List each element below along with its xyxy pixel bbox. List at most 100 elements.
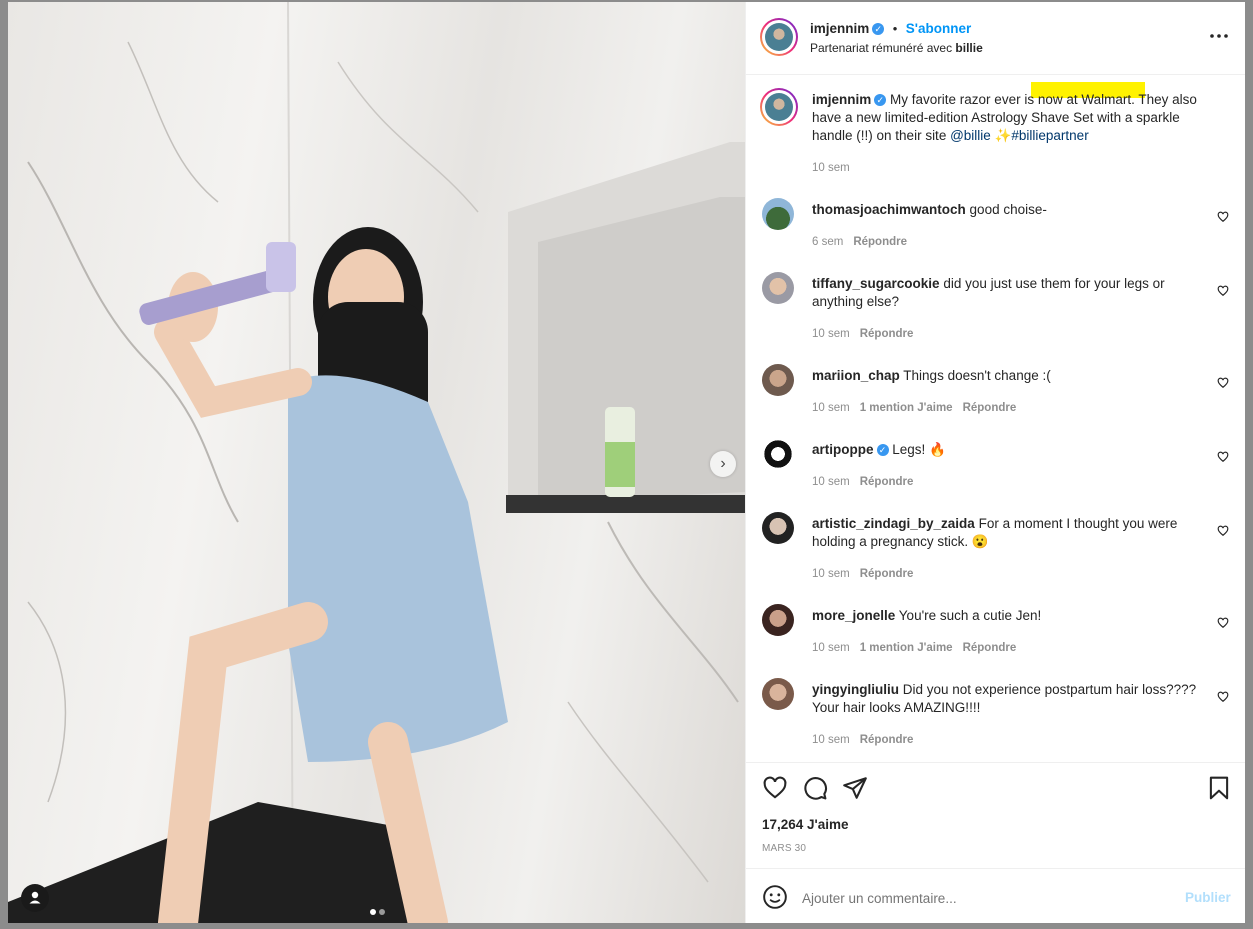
comment-text: good choise- <box>969 202 1047 217</box>
comment-avatar[interactable] <box>762 272 794 304</box>
comment-like-button[interactable] <box>1217 616 1229 629</box>
user-icon <box>29 891 41 904</box>
comment-body: more_jonelle You're such a cutie Jen! <box>812 607 1208 625</box>
heart-icon <box>1217 525 1229 537</box>
comment-username[interactable]: artistic_zindagi_by_zaida <box>812 516 975 531</box>
comment-like-button[interactable] <box>1217 284 1229 297</box>
comment-username[interactable]: more_jonelle <box>812 608 895 623</box>
comment-time: 10 sem <box>812 642 850 654</box>
heart-icon <box>1217 451 1229 463</box>
comment-meta: 10 sem 1 mention J'aime Répondre <box>812 642 1016 654</box>
comment-meta: 6 sem Répondre <box>812 236 907 248</box>
like-button[interactable] <box>762 775 788 801</box>
post-date: MARS 30 <box>762 843 807 854</box>
partner-link[interactable]: billie <box>955 41 982 55</box>
emoji-icon <box>763 885 787 909</box>
comment-username[interactable]: yingyingliuliu <box>812 682 899 697</box>
follow-button[interactable]: S'abonner <box>906 21 971 36</box>
add-comment-input[interactable] <box>800 886 1164 910</box>
comment-meta: 10 sem Répondre <box>812 476 913 488</box>
emoji-button[interactable] <box>762 884 788 910</box>
heart-icon <box>1217 285 1229 297</box>
heart-icon <box>763 776 787 799</box>
verified-badge-icon: ✓ <box>874 94 887 106</box>
comment-button[interactable] <box>802 775 828 801</box>
comment-meta: 10 sem Répondre <box>812 568 913 580</box>
actions-divider <box>746 762 1245 763</box>
heart-icon <box>1217 691 1229 703</box>
comment-likes[interactable]: 1 mention J'aime <box>860 642 953 654</box>
comment-like-button[interactable] <box>1217 524 1229 537</box>
publish-button[interactable]: Publier <box>1185 890 1231 905</box>
comment-like-button[interactable] <box>1217 690 1229 703</box>
comment-username[interactable]: artipoppe <box>812 442 874 457</box>
comment-meta: 10 sem 1 mention J'aime Répondre <box>812 402 1016 414</box>
reply-button[interactable]: Répondre <box>860 734 914 746</box>
comment-avatar[interactable] <box>762 438 794 470</box>
carousel-dot-active <box>369 909 376 915</box>
post-side-panel: imjennim ✓ • S'abonner Partenariat rémuné… <box>745 2 1245 923</box>
comment-like-button[interactable] <box>1217 376 1229 389</box>
more-options-button[interactable] <box>1204 26 1234 46</box>
comment-username[interactable]: tiffany_sugarcookie <box>812 276 940 291</box>
comment-body: mariion_chap Things doesn't change :( <box>812 367 1208 385</box>
comment-avatar[interactable] <box>762 364 794 396</box>
reply-button[interactable]: Répondre <box>860 328 914 340</box>
comment-avatar[interactable] <box>762 678 794 710</box>
comment-body: yingyingliuliu Did you not experience po… <box>812 681 1208 717</box>
comment-time: 10 sem <box>812 328 850 340</box>
author-avatar[interactable] <box>760 18 798 56</box>
comment-avatar[interactable] <box>762 604 794 636</box>
comment-text: Legs! 🔥 <box>892 442 946 457</box>
comment-time: 10 sem <box>812 476 850 488</box>
comment-avatar[interactable] <box>762 198 794 230</box>
reply-button[interactable]: Répondre <box>963 642 1017 654</box>
comment-like-button[interactable] <box>1217 450 1229 463</box>
caption-avatar[interactable] <box>760 88 798 126</box>
verified-badge-icon: ✓ <box>876 444 889 456</box>
sparkle-emoji: ✨ <box>994 128 1012 143</box>
comment-meta: 10 sem Répondre <box>812 328 913 340</box>
add-comment-divider <box>746 868 1245 869</box>
reply-button[interactable]: Répondre <box>860 476 914 488</box>
reply-button[interactable]: Répondre <box>860 568 914 580</box>
carousel-dots <box>368 902 386 920</box>
post-photo[interactable]: › <box>8 2 745 923</box>
comment-body: tiffany_sugarcookie did you just use the… <box>812 275 1208 311</box>
comment-username[interactable]: thomasjoachimwantoch <box>812 202 966 217</box>
comment-body: artipoppe ✓ Legs! 🔥 <box>812 441 1208 459</box>
partnership-label: Partenariat rémunéré avec <box>810 41 953 55</box>
header-divider <box>746 74 1245 75</box>
reply-button[interactable]: Répondre <box>963 402 1017 414</box>
author-username[interactable]: imjennim <box>810 21 869 36</box>
save-button[interactable] <box>1206 775 1232 801</box>
caption-hashtag[interactable]: #billiepartner <box>1011 128 1088 143</box>
heart-icon <box>1217 617 1229 629</box>
caption-mention[interactable]: @billie <box>950 128 991 143</box>
photo-illustration <box>8 2 745 923</box>
heart-icon <box>1217 377 1229 389</box>
separator-dot: • <box>892 21 898 36</box>
caption-time: 10 sem <box>812 162 850 174</box>
tagged-users-button[interactable] <box>21 884 49 912</box>
bookmark-icon <box>1209 776 1229 800</box>
share-icon <box>843 777 867 799</box>
comment-like-button[interactable] <box>1217 210 1229 223</box>
caption-text-block: imjennim ✓ My favorite razor ever is now … <box>812 91 1212 145</box>
reply-button[interactable]: Répondre <box>853 236 907 248</box>
caption-username[interactable]: imjennim <box>812 92 871 107</box>
comment-likes[interactable]: 1 mention J'aime <box>860 402 953 414</box>
share-button[interactable] <box>842 775 868 801</box>
header-user-line: imjennim ✓ • S'abonner <box>810 20 971 38</box>
next-slide-button[interactable]: › <box>710 451 736 477</box>
comment-time: 10 sem <box>812 568 850 580</box>
comment-username[interactable]: mariion_chap <box>812 368 900 383</box>
comment-avatar[interactable] <box>762 512 794 544</box>
comment-body: artistic_zindagi_by_zaida For a moment I… <box>812 515 1208 551</box>
paid-partnership-line: Partenariat rémunéré avec billie <box>810 41 983 55</box>
comment-time: 6 sem <box>812 236 844 248</box>
verified-badge-icon: ✓ <box>872 23 885 35</box>
comment-icon <box>804 777 827 800</box>
likes-count[interactable]: 17,264 J'aime <box>762 817 849 832</box>
comment-time: 10 sem <box>812 402 850 414</box>
